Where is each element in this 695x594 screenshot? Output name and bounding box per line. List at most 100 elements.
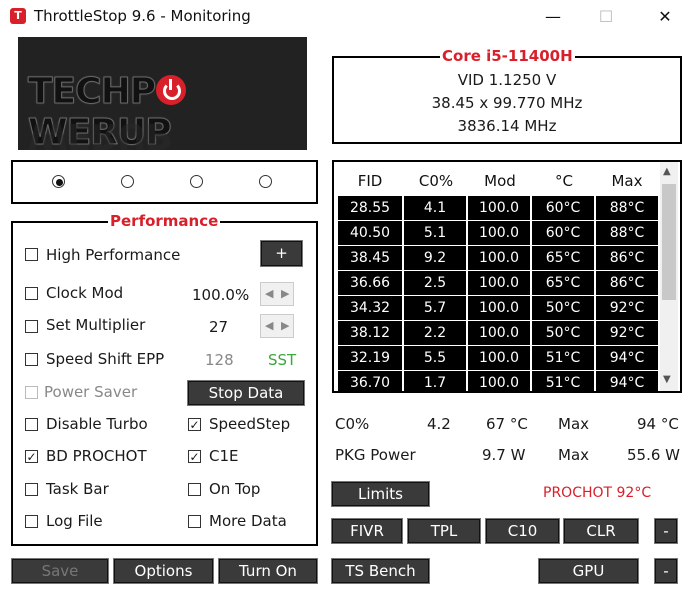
- save-button[interactable]: Save: [11, 558, 109, 584]
- stop-data-button[interactable]: Stop Data: [187, 380, 305, 406]
- profile-radio-1[interactable]: [52, 175, 65, 188]
- on-top-label: On Top: [209, 480, 261, 498]
- cpu-model-title: Core i5-11400H: [440, 47, 575, 65]
- tpl-button[interactable]: TPL: [407, 518, 481, 544]
- more-data-checkbox[interactable]: [188, 515, 201, 528]
- options-button[interactable]: Options: [113, 558, 214, 584]
- clock-mod-checkbox[interactable]: [25, 287, 38, 300]
- dash-button-2[interactable]: -: [654, 558, 678, 584]
- table-cell: 100.0: [468, 321, 530, 345]
- bd-prochot-checkbox[interactable]: ✓: [25, 450, 38, 463]
- speedstep-checkbox[interactable]: ✓: [188, 418, 201, 431]
- table-cell: 40.50: [338, 221, 402, 245]
- speed-shift-value: 128: [205, 351, 234, 369]
- table-header: Max: [611, 172, 643, 190]
- log-file-label: Log File: [46, 512, 103, 530]
- clock-mod-spinner[interactable]: ◀ ▶: [260, 282, 294, 306]
- table-cell: 36.70: [338, 371, 402, 391]
- pkg-power-label: PKG Power: [335, 446, 416, 464]
- table-cell: 5.1: [404, 221, 466, 245]
- table-cell: 100.0: [468, 196, 530, 220]
- turn-on-button[interactable]: Turn On: [218, 558, 318, 584]
- c10-button[interactable]: C10: [485, 518, 560, 544]
- on-top-checkbox[interactable]: [188, 483, 201, 496]
- title-bar: T ThrottleStop 9.6 - Monitoring — ☐ ✕: [0, 0, 695, 34]
- table-cell: 34.32: [338, 296, 402, 320]
- task-bar-label: Task Bar: [46, 480, 109, 498]
- set-multiplier-value: 27: [209, 318, 229, 336]
- high-performance-checkbox[interactable]: [25, 248, 38, 261]
- right-arrow-icon[interactable]: ▶: [281, 319, 289, 332]
- table-cell: 5.7: [404, 296, 466, 320]
- table-header: °C: [555, 172, 573, 190]
- pkg-max-label: Max: [558, 446, 590, 464]
- logo-reflection: TECHPWERUP: [28, 115, 307, 150]
- table-cell: 100.0: [468, 246, 530, 270]
- left-arrow-icon[interactable]: ◀: [265, 287, 273, 300]
- window-title: ThrottleStop 9.6 - Monitoring: [34, 7, 251, 25]
- table-scrollbar[interactable]: ▲ ▼: [660, 162, 678, 391]
- fivr-button[interactable]: FIVR: [331, 518, 403, 544]
- table-cell: 2.5: [404, 271, 466, 295]
- table-cell: 38.45: [338, 246, 402, 270]
- profile-radio-2[interactable]: [121, 175, 134, 188]
- speedstep-label: SpeedStep: [209, 415, 291, 433]
- table-cell: 92°C: [596, 321, 658, 345]
- speed-shift-checkbox[interactable]: [25, 353, 38, 366]
- clock-mod-label: Clock Mod: [46, 284, 124, 302]
- maximize-button[interactable]: ☐: [583, 3, 629, 31]
- performance-title: Performance: [108, 212, 221, 230]
- logo-reflection-part2: WERUP: [28, 115, 171, 150]
- set-multiplier-label: Set Multiplier: [46, 316, 146, 334]
- ts-bench-button[interactable]: TS Bench: [331, 558, 430, 584]
- logo-text-part1: TECHP: [27, 71, 156, 113]
- profile-radio-3[interactable]: [190, 175, 203, 188]
- limits-button[interactable]: Limits: [331, 481, 430, 507]
- clock-mod-value: 100.0%: [192, 286, 250, 304]
- add-button[interactable]: +: [260, 240, 303, 267]
- c1e-checkbox[interactable]: ✓: [188, 450, 201, 463]
- table-cell: 2.2: [404, 321, 466, 345]
- multiplier-spinner[interactable]: ◀ ▶: [260, 314, 294, 338]
- table-cell: 60°C: [532, 221, 594, 245]
- table-cell: 65°C: [532, 271, 594, 295]
- table-cell: 94°C: [596, 346, 658, 370]
- table-cell: 51°C: [532, 346, 594, 370]
- techpowerup-logo: TECHPWERUP TECHPWERUP: [18, 37, 307, 150]
- right-arrow-icon[interactable]: ▶: [281, 287, 289, 300]
- minimize-button[interactable]: —: [530, 3, 576, 31]
- left-arrow-icon[interactable]: ◀: [265, 319, 273, 332]
- power-saver-checkbox[interactable]: [25, 386, 38, 399]
- table-header: FID: [357, 172, 383, 190]
- scroll-up-icon[interactable]: ▲: [663, 166, 671, 177]
- multiplier-readout: 38.45 x 99.770 MHz: [431, 94, 583, 112]
- bd-prochot-label: BD PROCHOT: [46, 447, 147, 465]
- table-cell: 86°C: [596, 271, 658, 295]
- table-cell: 5.5: [404, 346, 466, 370]
- table-cell: 9.2: [404, 246, 466, 270]
- table-cell: 92°C: [596, 296, 658, 320]
- app-icon: T: [10, 8, 26, 24]
- table-cell: 100.0: [468, 221, 530, 245]
- dash-button[interactable]: -: [654, 518, 678, 544]
- clr-button[interactable]: CLR: [563, 518, 639, 544]
- log-file-checkbox[interactable]: [25, 515, 38, 528]
- gpu-button[interactable]: GPU: [538, 558, 639, 584]
- c0-label: C0%: [335, 415, 370, 433]
- scrollbar-thumb[interactable]: [662, 184, 676, 300]
- table-cell: 51°C: [532, 371, 594, 391]
- table-cell: 94°C: [596, 371, 658, 391]
- power-saver-label: Power Saver: [44, 383, 138, 401]
- pkg-power-value: 9.7 W: [482, 446, 526, 464]
- scroll-down-icon[interactable]: ▼: [663, 374, 671, 385]
- sst-label[interactable]: SST: [268, 351, 296, 369]
- task-bar-checkbox[interactable]: [25, 483, 38, 496]
- disable-turbo-checkbox[interactable]: [25, 418, 38, 431]
- table-cell: 88°C: [596, 196, 658, 220]
- table-cell: 1.7: [404, 371, 466, 391]
- close-button[interactable]: ✕: [642, 3, 688, 31]
- profile-radio-4[interactable]: [259, 175, 272, 188]
- speed-shift-label: Speed Shift EPP: [46, 350, 165, 368]
- set-multiplier-checkbox[interactable]: [25, 320, 38, 333]
- c1e-label: C1E: [209, 447, 239, 465]
